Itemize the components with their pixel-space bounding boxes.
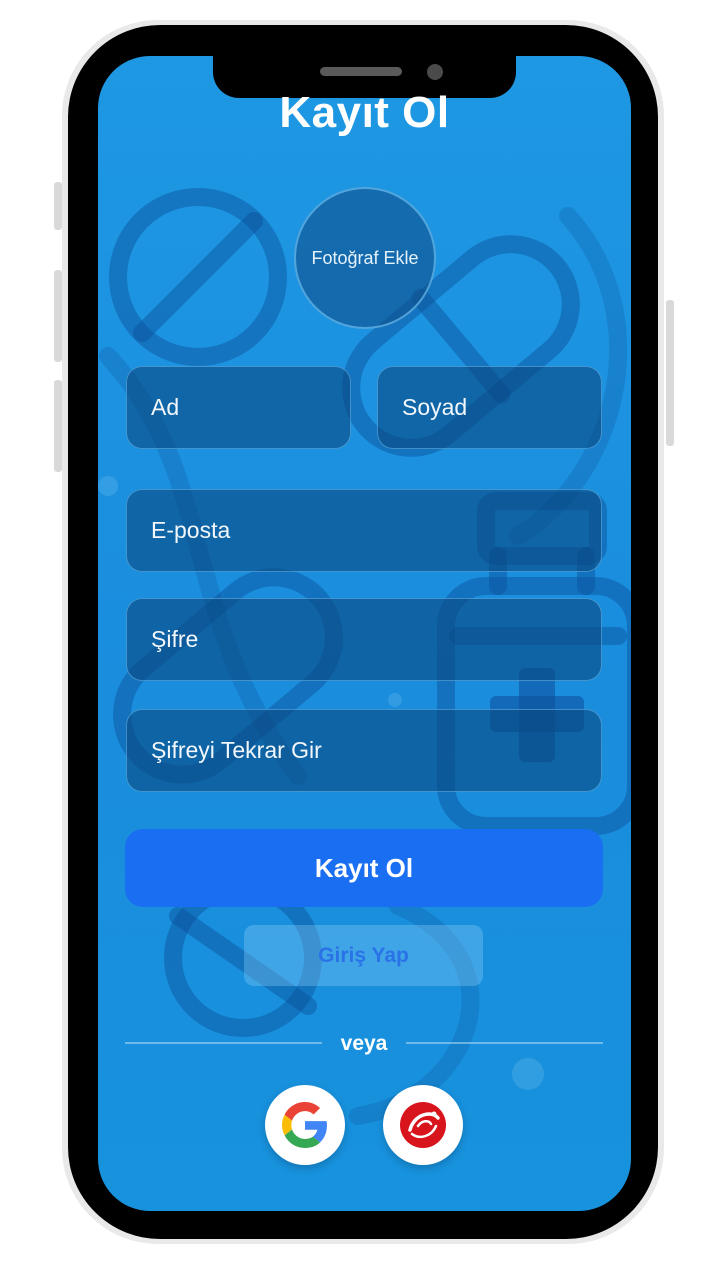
front-camera bbox=[427, 64, 443, 80]
add-photo-label: Fotoğraf Ekle bbox=[311, 247, 419, 268]
speaker-grille bbox=[320, 67, 402, 76]
divider-left bbox=[125, 1042, 322, 1044]
register-button[interactable]: Kayıt Ol bbox=[125, 829, 603, 907]
phone-volume-up bbox=[54, 270, 62, 362]
email-field[interactable] bbox=[126, 489, 602, 572]
divider-text: veya bbox=[340, 1032, 388, 1055]
phone-volume-down bbox=[54, 380, 62, 472]
password-repeat-input[interactable] bbox=[149, 736, 601, 765]
first-name-input[interactable] bbox=[149, 393, 350, 422]
password-input[interactable] bbox=[149, 625, 601, 654]
password-field[interactable] bbox=[126, 598, 602, 681]
divider-right bbox=[406, 1042, 603, 1044]
login-button[interactable]: Giriş Yap bbox=[244, 925, 483, 986]
add-photo-button[interactable]: Fotoğraf Ekle bbox=[294, 187, 436, 329]
google-icon bbox=[282, 1102, 327, 1148]
phone-side-button-top bbox=[54, 182, 62, 230]
password-repeat-field[interactable] bbox=[126, 709, 602, 792]
first-name-field[interactable] bbox=[126, 366, 351, 449]
login-button-label: Giriş Yap bbox=[318, 943, 409, 967]
page-title: Kayıt Ol bbox=[279, 88, 450, 137]
phone-power-button bbox=[666, 300, 674, 446]
last-name-field[interactable] bbox=[377, 366, 602, 449]
email-input[interactable] bbox=[149, 516, 601, 545]
brand-login-button[interactable] bbox=[383, 1085, 463, 1165]
google-login-button[interactable] bbox=[265, 1085, 345, 1165]
last-name-input[interactable] bbox=[400, 393, 601, 422]
brand-logo-icon bbox=[400, 1102, 446, 1148]
